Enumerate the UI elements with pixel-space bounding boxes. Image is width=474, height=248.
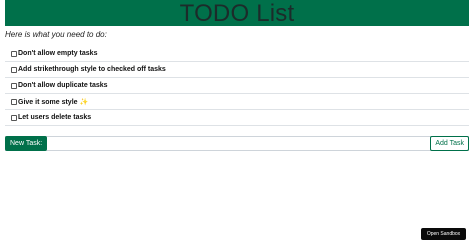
list-item: Let users delete tasks <box>5 110 469 126</box>
intro-text: Here is what you need to do: <box>5 30 107 39</box>
list-item: Don't allow duplicate tasks <box>5 78 469 94</box>
open-sandbox-button[interactable]: Open Sandbox <box>421 228 466 240</box>
new-task-input[interactable]: New Task: Add Task <box>5 136 469 151</box>
list-item: Don't allow empty tasks <box>5 46 469 62</box>
list-item: Give it some style ✨ <box>5 94 469 110</box>
task-label: Don't allow duplicate tasks <box>18 82 108 89</box>
task-label: Don't allow empty tasks <box>18 50 98 57</box>
task-label: Let users delete tasks <box>18 114 92 121</box>
page-title: TODO List <box>179 0 295 26</box>
task-checkbox[interactable] <box>11 50 17 57</box>
new-task-label: New Task: <box>5 136 48 151</box>
task-checkbox[interactable] <box>11 66 17 73</box>
task-checkbox[interactable] <box>11 82 17 89</box>
task-list: Don't allow empty tasks Add strikethroug… <box>5 46 469 126</box>
app-header: TODO List <box>5 0 469 26</box>
task-label: Give it some style ✨ <box>18 98 89 106</box>
task-checkbox[interactable] <box>11 98 17 105</box>
add-task-button[interactable]: Add Task <box>430 136 469 151</box>
task-label: Add strikethrough style to checked off t… <box>18 66 166 73</box>
list-item: Add strikethrough style to checked off t… <box>5 62 469 78</box>
task-checkbox[interactable] <box>11 114 17 121</box>
